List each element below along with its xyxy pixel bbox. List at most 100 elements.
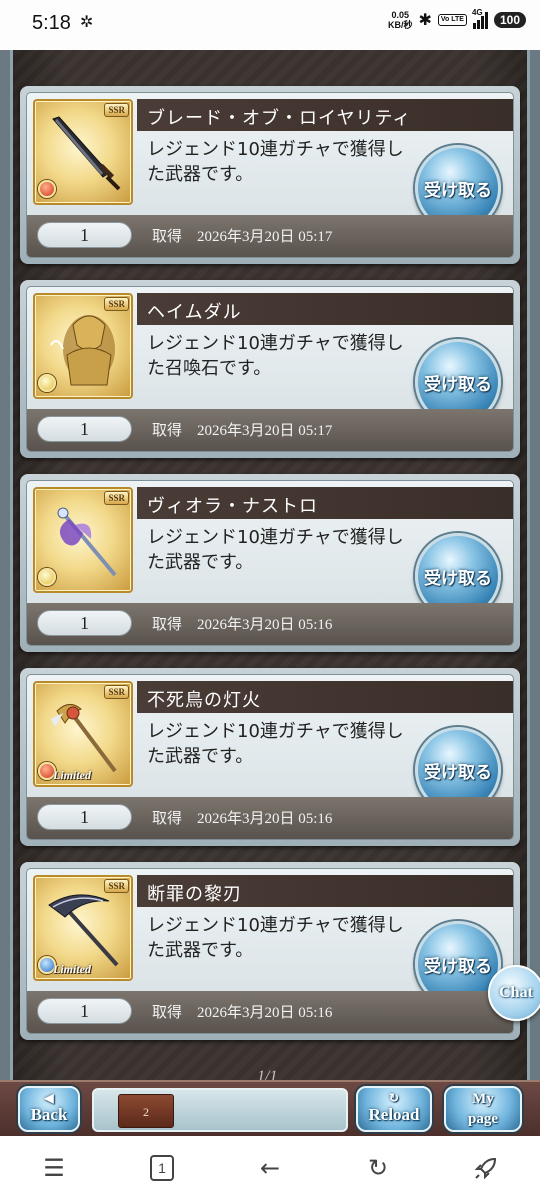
scythe-icon [48,894,119,967]
center-panel: 2 [92,1088,348,1132]
fire-element-icon [38,180,56,198]
claim-button-label: 受け取る [424,374,492,395]
item-quantity: 1 [37,416,132,442]
reload-icon[interactable]: ↻ [358,1152,398,1184]
item-name-bar: 不死鳥の灯火 [137,681,513,713]
item-name-bar: ヘイムダル [137,293,513,325]
present-card: SSR ヘイムダル レジェンド10連ガチャで獲得した召喚石です。 受け取る 1 … [20,280,520,458]
present-card: SSR Limited 不死鳥の灯火 レジェンド10連ガチャで獲得した武器です。… [20,668,520,846]
item-quantity: 1 [37,610,132,636]
item-info-row: 1 取得 2026年3月20日 05:16 [27,603,513,645]
reload-button-label: Reload [368,1105,420,1124]
chat-button[interactable]: Chat [488,965,540,1021]
acquired-date: 2026年3月20日 05:17 [197,423,333,439]
item-info-row: 1 取得 2026年3月20日 05:16 [27,991,513,1033]
chat-button-label: Chat [499,984,533,1001]
item-info-row: 1 取得 2026年3月20日 05:17 [27,215,513,257]
rocket-icon[interactable] [466,1152,506,1184]
item-quantity: 1 [37,804,132,830]
tabs-icon: 1 [150,1155,174,1181]
menu-icon[interactable]: ☰ [34,1152,74,1184]
acquired-label: 取得 [152,227,183,245]
item-name: ヴィオラ・ナストロ [147,496,318,517]
rocket-glyph [474,1157,497,1180]
claim-button-label: 受け取る [424,762,492,783]
item-name: 不死鳥の灯火 [147,690,261,711]
present-card-inner: SSR ブレード・オブ・ロイヤリティ レジェンド10連ガチャで獲得した武器です。… [26,92,514,258]
summon-icon [50,315,115,386]
item-name-bar: ブレード・オブ・ロイヤリティ [137,99,513,131]
present-card-inner: SSR ヘイムダル レジェンド10連ガチャで獲得した召喚石です。 受け取る 1 … [26,286,514,452]
acquired-date: 2026年3月20日 05:16 [197,1005,333,1021]
item-description: レジェンド10連ガチャで獲得した武器です。 [147,139,404,185]
back-arrow-icon: ◀ [44,1091,54,1105]
rarity-badge: SSR [104,491,129,505]
item-quantity: 1 [37,222,132,248]
item-name-bar: 断罪の黎刃 [137,875,513,907]
gear-icon: ✲ [80,12,94,31]
item-description: レジェンド10連ガチャで獲得した武器です。 [147,721,404,767]
signal-icon: 4G [471,8,488,29]
mypage-label-line2: page [468,1111,498,1127]
item-thumbnail[interactable]: SSR [33,293,133,399]
item-thumbnail[interactable]: SSR Limited [33,681,133,787]
back-button-label: Back [30,1105,68,1124]
game-nav-bar: ◀ Back 2 ↻ Reload My page [0,1080,540,1136]
present-card-inner: SSR ヴィオラ・ナストロ レジェンド10連ガチャで獲得した武器です。 受け取る… [26,480,514,646]
bluetooth-icon: ✱ [418,12,432,29]
sword-icon [52,116,121,191]
limited-badge: Limited [53,962,91,976]
item-description: レジェンド10連ガチャで獲得した召喚石です。 [147,333,404,379]
network-type: 4G [471,8,483,17]
tabs-button[interactable]: 1 [142,1152,182,1184]
rarity-badge: SSR [104,685,129,699]
stamp-icon[interactable]: 2 [118,1094,174,1128]
staff-icon [57,507,117,577]
game-area: SSR ブレード・オブ・ロイヤリティ レジェンド10連ガチャで獲得した武器です。… [0,50,540,1136]
spear-icon [51,704,117,773]
reload-icon: ↻ [388,1091,400,1105]
acquired-label: 取得 [152,809,183,827]
item-name-bar: ヴィオラ・ナストロ [137,487,513,519]
item-description: レジェンド10連ガチャで獲得した武器です。 [147,527,404,573]
status-bar: 5:18 ✲ 0.05 KB/秒 ✱ Vo LTE 4G 100 [0,0,540,50]
present-card: SSR Limited 断罪の黎刃 レジェンド10連ガチャで獲得した武器です。 … [20,862,520,1040]
light-element-icon [38,568,56,586]
present-card: SSR ブレード・オブ・ロイヤリティ レジェンド10連ガチャで獲得した武器です。… [20,86,520,264]
item-description: レジェンド10連ガチャで獲得した武器です。 [147,915,404,961]
acquired-label: 取得 [152,615,183,633]
item-info-row: 1 取得 2026年3月20日 05:17 [27,409,513,451]
claim-button-label: 受け取る [424,568,492,589]
rarity-badge: SSR [104,297,129,311]
item-thumbnail[interactable]: SSR [33,99,133,205]
back-arrow-icon[interactable]: ← [250,1152,290,1184]
acquired-date: 2026年3月20日 05:17 [197,229,333,245]
light-element-icon [38,374,56,392]
rarity-badge: SSR [104,103,129,117]
claim-button-label: 受け取る [424,956,492,977]
present-card: SSR ヴィオラ・ナストロ レジェンド10連ガチャで獲得した武器です。 受け取る… [20,474,520,652]
mypage-button[interactable]: My page [444,1086,522,1132]
item-name: 断罪の黎刃 [147,884,242,905]
present-card-inner: SSR Limited 不死鳥の灯火 レジェンド10連ガチャで獲得した武器です。… [26,674,514,840]
mypage-label-line1: My [472,1091,494,1107]
acquired-label: 取得 [152,1003,183,1021]
item-quantity: 1 [37,998,132,1024]
status-indicators: 0.05 KB/秒 ✱ Vo LTE 4G 100 [388,8,526,30]
network-speed-value: 0.05 [391,10,409,20]
item-info-row: 1 取得 2026年3月20日 05:16 [27,797,513,839]
battery-icon: 100 [493,12,526,28]
acquired-date: 2026年3月20日 05:16 [197,811,333,827]
item-thumbnail[interactable]: SSR [33,487,133,593]
reload-button[interactable]: ↻ Reload [356,1086,432,1132]
status-time: 5:18 [32,12,71,34]
item-name: ヘイムダル [147,302,242,323]
network-speed: 0.05 KB/秒 [388,10,413,30]
item-thumbnail[interactable]: SSR Limited [33,875,133,981]
acquired-date: 2026年3月20日 05:16 [197,617,333,633]
rarity-badge: SSR [104,879,129,893]
back-button[interactable]: ◀ Back [18,1086,80,1132]
browser-nav-bar: ☰ 1 ← ↻ [0,1136,540,1199]
present-card-inner: SSR Limited 断罪の黎刃 レジェンド10連ガチャで獲得した武器です。 … [26,868,514,1034]
claim-button-label: 受け取る [424,180,492,201]
